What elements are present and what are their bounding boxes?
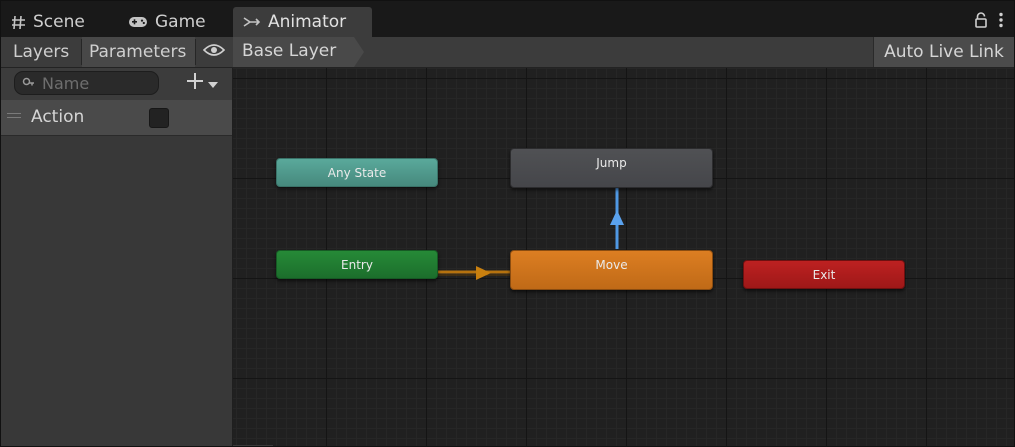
animator-window: Scene Game Animator Layers Parameters Na… bbox=[0, 0, 1015, 447]
add-parameter-button[interactable] bbox=[186, 72, 219, 94]
lock-icon[interactable] bbox=[974, 12, 988, 32]
tab-game-label: Game bbox=[155, 12, 206, 32]
parameter-name: Action bbox=[31, 107, 85, 127]
grid-icon bbox=[11, 15, 26, 30]
transitions-layer bbox=[438, 187, 624, 280]
more-options-icon[interactable] bbox=[998, 12, 1004, 32]
editor-tab-bar: Scene Game Animator bbox=[1, 1, 1014, 37]
chevron-down-icon bbox=[207, 74, 219, 93]
state-machine-graph[interactable]: Base Layer Auto Live Link Any State Jump bbox=[233, 37, 1014, 446]
state-entry-label: Entry bbox=[341, 257, 373, 272]
state-move[interactable]: Move bbox=[510, 250, 713, 290]
tab-game[interactable]: Game bbox=[118, 7, 232, 37]
tab-scene-label: Scene bbox=[33, 12, 85, 32]
state-jump[interactable]: Jump bbox=[510, 148, 713, 188]
tab-scene[interactable]: Scene bbox=[1, 7, 111, 37]
graph-toolbar: Base Layer Auto Live Link bbox=[233, 37, 1014, 68]
gamepad-icon bbox=[128, 15, 148, 29]
tab-parameters-label: Parameters bbox=[89, 42, 187, 62]
search-input[interactable] bbox=[42, 73, 152, 93]
tab-layers[interactable]: Layers bbox=[1, 37, 81, 67]
search-icon bbox=[22, 77, 36, 89]
tab-animator[interactable]: Animator bbox=[233, 7, 372, 37]
tab-divider bbox=[195, 39, 196, 65]
parameter-bool-checkbox[interactable] bbox=[149, 108, 169, 128]
eye-toggle[interactable] bbox=[197, 37, 231, 67]
state-move-label: Move bbox=[595, 258, 628, 272]
breadcrumb-base-layer: Base Layer bbox=[242, 41, 337, 61]
state-entry[interactable]: Entry bbox=[276, 250, 438, 279]
state-any-state[interactable]: Any State bbox=[276, 158, 438, 187]
state-any-state-label: Any State bbox=[327, 165, 387, 180]
state-exit[interactable]: Exit bbox=[743, 260, 905, 289]
transition-entry-to-move[interactable] bbox=[438, 266, 511, 280]
parameter-row[interactable]: Action bbox=[1, 100, 232, 136]
auto-live-link-button[interactable]: Auto Live Link bbox=[873, 37, 1014, 67]
transition-move-to-jump[interactable] bbox=[610, 187, 624, 249]
animator-icon bbox=[243, 15, 261, 29]
state-jump-label: Jump bbox=[596, 156, 627, 170]
search-field[interactable] bbox=[14, 71, 159, 95]
parameters-panel: Layers Parameters Name Action bbox=[1, 37, 233, 446]
auto-live-link-label: Auto Live Link bbox=[884, 42, 1004, 62]
breadcrumb[interactable]: Base Layer bbox=[233, 37, 364, 67]
drag-handle-icon[interactable] bbox=[7, 113, 21, 119]
tab-layers-label: Layers bbox=[13, 42, 70, 62]
parameters-toolbar bbox=[1, 68, 232, 100]
tab-animator-label: Animator bbox=[268, 12, 347, 32]
state-exit-label: Exit bbox=[812, 267, 836, 282]
tab-controls bbox=[974, 11, 1004, 33]
tab-parameters[interactable]: Parameters bbox=[82, 37, 195, 67]
plus-icon bbox=[186, 72, 204, 94]
panel-tabs: Layers Parameters bbox=[1, 37, 233, 68]
eye-icon bbox=[202, 42, 226, 62]
